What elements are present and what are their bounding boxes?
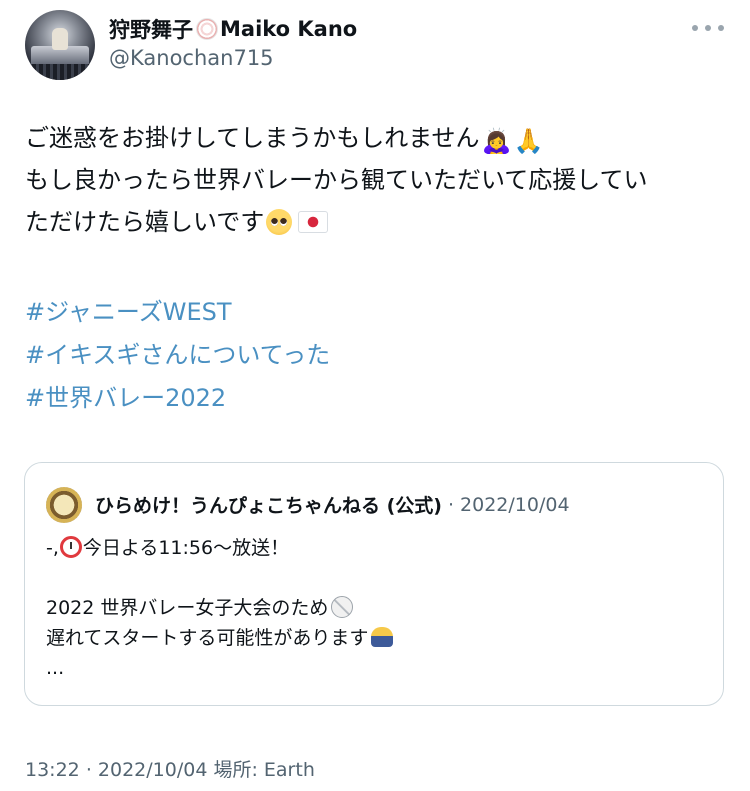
quoted-line-ellipsis: ... [46,657,65,679]
quoted-line: 2022 世界バレー女子大会のため [46,593,393,623]
tweet-line: もし良かったら世界バレーから観ていただいて応援してい [25,166,648,194]
more-dot [692,25,698,31]
quoted-author-name: ひらめけ！うんぴょこちゃんねる (公式) [95,495,442,517]
tweet-line: ただけたら嬉しいです [25,201,725,243]
author-name[interactable]: 狩野舞子 Maiko Kano [109,14,357,44]
quoted-text: -, 今日よる11:56〜放送！ 2022 世界バレー女子大会のため 遅れてスター… [46,533,394,683]
tweet: 狩野舞子 Maiko Kano @Kanochan715 ご迷惑をお掛けしてしま… [0,0,750,791]
tweet-text: ご迷惑をお掛けしてしまうかもしれません🙇‍♀️🙏 もし良かったら世界バレーから観… [25,117,725,243]
person-bowing-icon [371,627,394,647]
footer-separator: · [85,759,92,781]
author-avatar[interactable] [25,10,95,80]
volleyball-icon [331,596,354,618]
author-handle[interactable]: @Kanochan715 [109,46,274,70]
tweet-footer: 13:22 · 2022/10/04 場所: Earth [25,755,315,782]
hashtag-link[interactable]: #世界バレー2022 [25,377,330,420]
quoted-separator: · [447,493,455,516]
hashtag-list: #ジャニーズWEST #イキスギさんについてった #世界バレー2022 [25,291,330,420]
person-bowing-icon: 🙇‍♀️ [481,127,512,155]
tweet-date[interactable]: 2022/10/04 [98,759,208,781]
author-name-jp: 狩野舞子 [109,18,193,42]
quoted-line-blank [46,563,393,593]
tweet-line: ご迷惑をお掛けしてしまうかもしれません🙇‍♀️🙏 [25,124,544,155]
more-dot [705,25,711,31]
hashtag-link[interactable]: #イキスギさんについてった [25,334,330,377]
quoted-header: ひらめけ！うんぴょこちゃんねる (公式) · 2022/10/04 [95,491,570,518]
more-options-icon[interactable] [692,18,724,38]
pleading-face-icon [266,209,293,235]
avatar-crowd [25,64,95,80]
quoted-tweet[interactable]: ひらめけ！うんぴょこちゃんねる (公式) · 2022/10/04 -, 今日よる… [24,462,724,706]
folded-hands-icon: 🙏 [513,127,544,155]
avatar-figure [52,28,68,50]
fish-cake-icon [196,18,218,40]
quoted-avatar [46,487,82,523]
quoted-date: 2022/10/04 [460,493,570,516]
japan-flag-icon [298,211,329,233]
hashtag-link[interactable]: #ジャニーズWEST [25,291,330,334]
quoted-line: -, 今日よる11:56〜放送！ [46,536,290,559]
quoted-line: 遅れてスタートする可能性があります [46,623,394,653]
more-dot [718,25,724,31]
tweet-location: 場所: Earth [213,759,315,781]
alarm-clock-icon [59,536,82,558]
author-name-en: Maiko Kano [220,17,358,41]
tweet-time[interactable]: 13:22 [25,759,80,781]
